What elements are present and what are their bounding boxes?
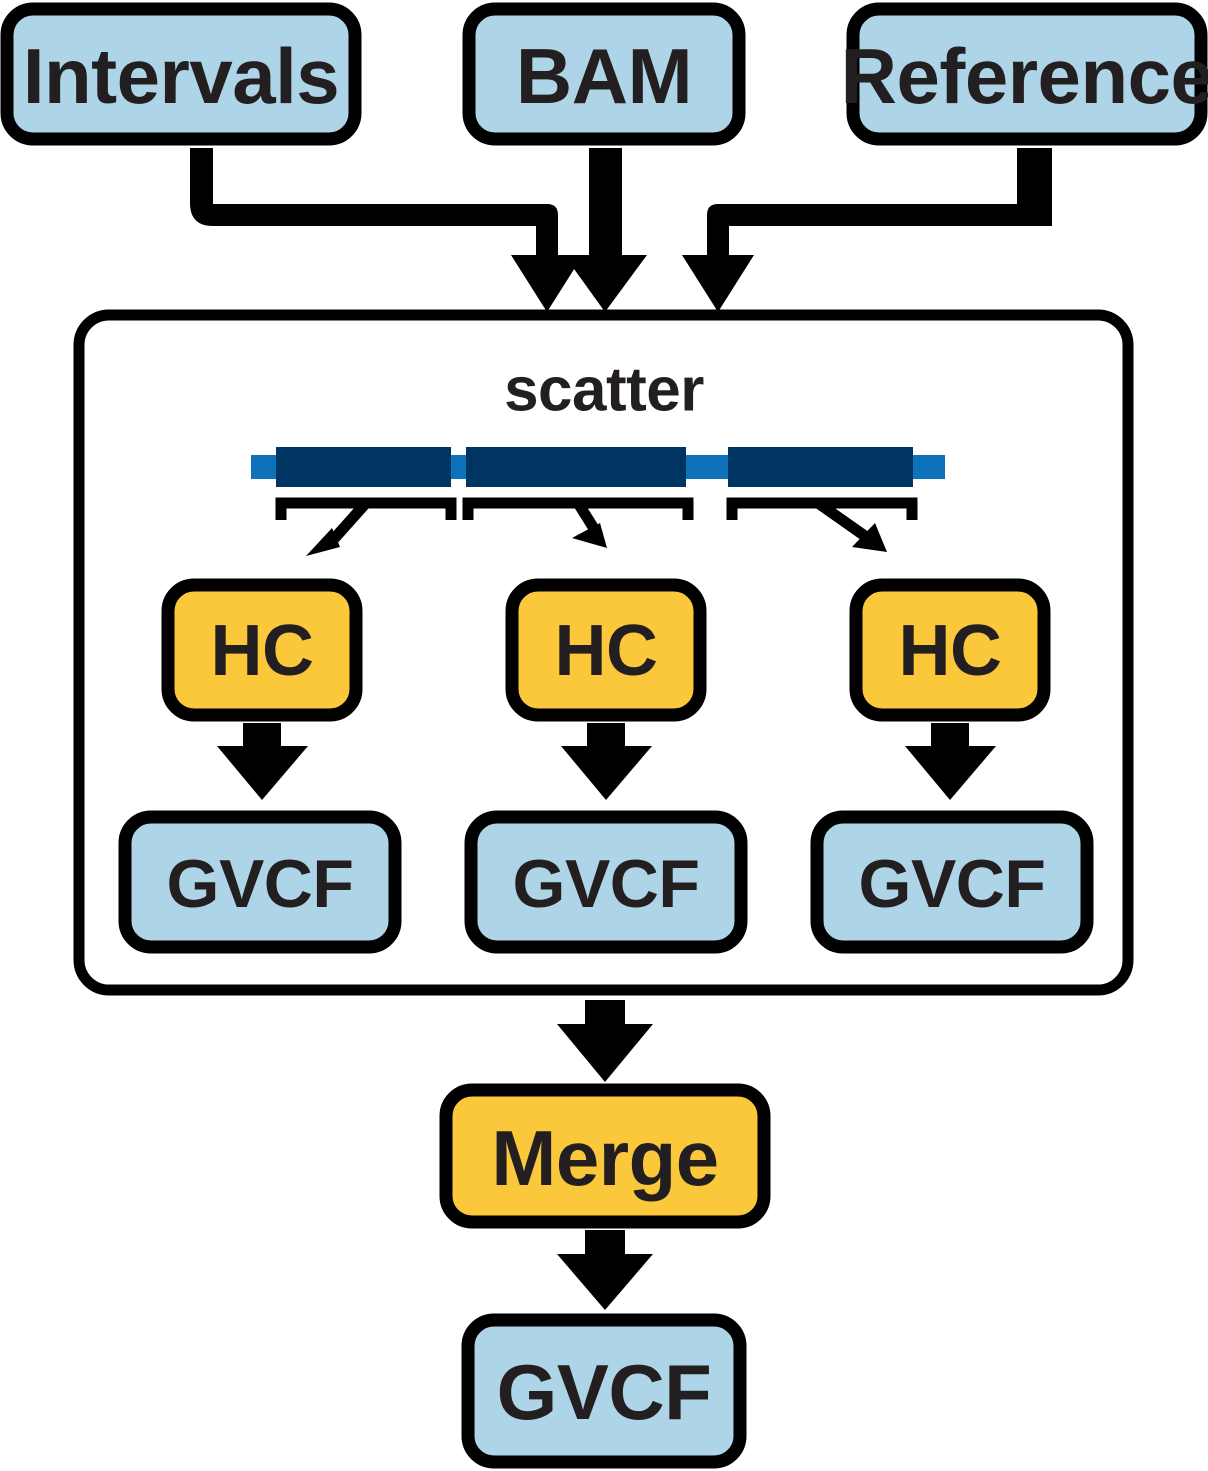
- connector-merge-to-gvcf-path: [557, 1230, 653, 1310]
- task-box-hc-2-label: HC: [555, 611, 658, 691]
- task-box-hc-1-label: HC: [211, 611, 314, 691]
- interval-segment-2: [466, 447, 686, 487]
- scatter-bracket-2: [462, 497, 694, 548]
- input-box-bam[interactable]: BAM: [462, 2, 746, 146]
- scatter-bracket-1: [275, 497, 457, 556]
- task-box-merge[interactable]: Merge: [439, 1083, 771, 1229]
- output-box-gvcf-2[interactable]: GVCF: [464, 810, 748, 954]
- connector-intervals-path: [155, 148, 583, 312]
- connector-reference-path: [682, 148, 1052, 312]
- workflow-diagram: Intervals BAM Reference scatter HC HC HC…: [0, 0, 1208, 1471]
- workflow-diagram-canvas: Intervals BAM Reference scatter HC HC HC…: [0, 2, 1208, 1469]
- connector-hc1-to-gvcf1: [217, 723, 308, 800]
- connector-scatter-to-merge-path: [557, 1000, 653, 1082]
- input-box-reference-label: Reference: [841, 32, 1208, 120]
- connector-scatter-to-merge: [557, 1000, 653, 1082]
- connector-hc3-to-gvcf3: [905, 723, 996, 800]
- scatter-bracket-3: [726, 497, 918, 552]
- connector-hc2-to-gvcf2: [561, 723, 652, 800]
- output-box-gvcf-final-label: GVCF: [497, 1348, 712, 1436]
- output-box-gvcf-3[interactable]: GVCF: [810, 810, 1094, 954]
- interval-track: [251, 447, 945, 487]
- input-box-intervals[interactable]: Intervals: [0, 2, 362, 146]
- interval-segment-3: [728, 447, 913, 487]
- connector-reference-horizontal: [729, 204, 1040, 226]
- output-box-gvcf-2-label: GVCF: [513, 846, 700, 922]
- input-box-reference[interactable]: Reference: [841, 2, 1208, 146]
- interval-segment-1: [276, 447, 451, 487]
- connector-hc3-to-gvcf3-path: [905, 723, 996, 800]
- output-box-gvcf-final[interactable]: GVCF: [461, 1313, 747, 1469]
- connector-reference-to-scatter: [682, 148, 1052, 312]
- connector-bam-to-scatter: [564, 148, 647, 312]
- output-box-gvcf-1[interactable]: GVCF: [118, 810, 402, 954]
- scatter-arrow-1-line: [328, 499, 371, 544]
- task-box-hc-1[interactable]: HC: [161, 578, 363, 722]
- connector-hc2-to-gvcf2-path: [561, 723, 652, 800]
- task-box-hc-3-label: HC: [899, 611, 1002, 691]
- input-box-bam-label: BAM: [516, 32, 692, 120]
- connector-bam-path: [564, 148, 647, 312]
- output-box-gvcf-1-label: GVCF: [167, 846, 354, 922]
- task-box-merge-label: Merge: [491, 1114, 718, 1202]
- connector-hc1-to-gvcf1-path: [217, 723, 308, 800]
- task-box-hc-2[interactable]: HC: [505, 578, 707, 722]
- output-box-gvcf-3-label: GVCF: [859, 846, 1046, 922]
- task-box-hc-3[interactable]: HC: [849, 578, 1051, 722]
- input-box-intervals-label: Intervals: [23, 32, 339, 120]
- connector-merge-to-gvcf: [557, 1230, 653, 1310]
- scatter-title: scatter: [504, 356, 704, 425]
- connector-intervals-to-scatter: [155, 148, 583, 312]
